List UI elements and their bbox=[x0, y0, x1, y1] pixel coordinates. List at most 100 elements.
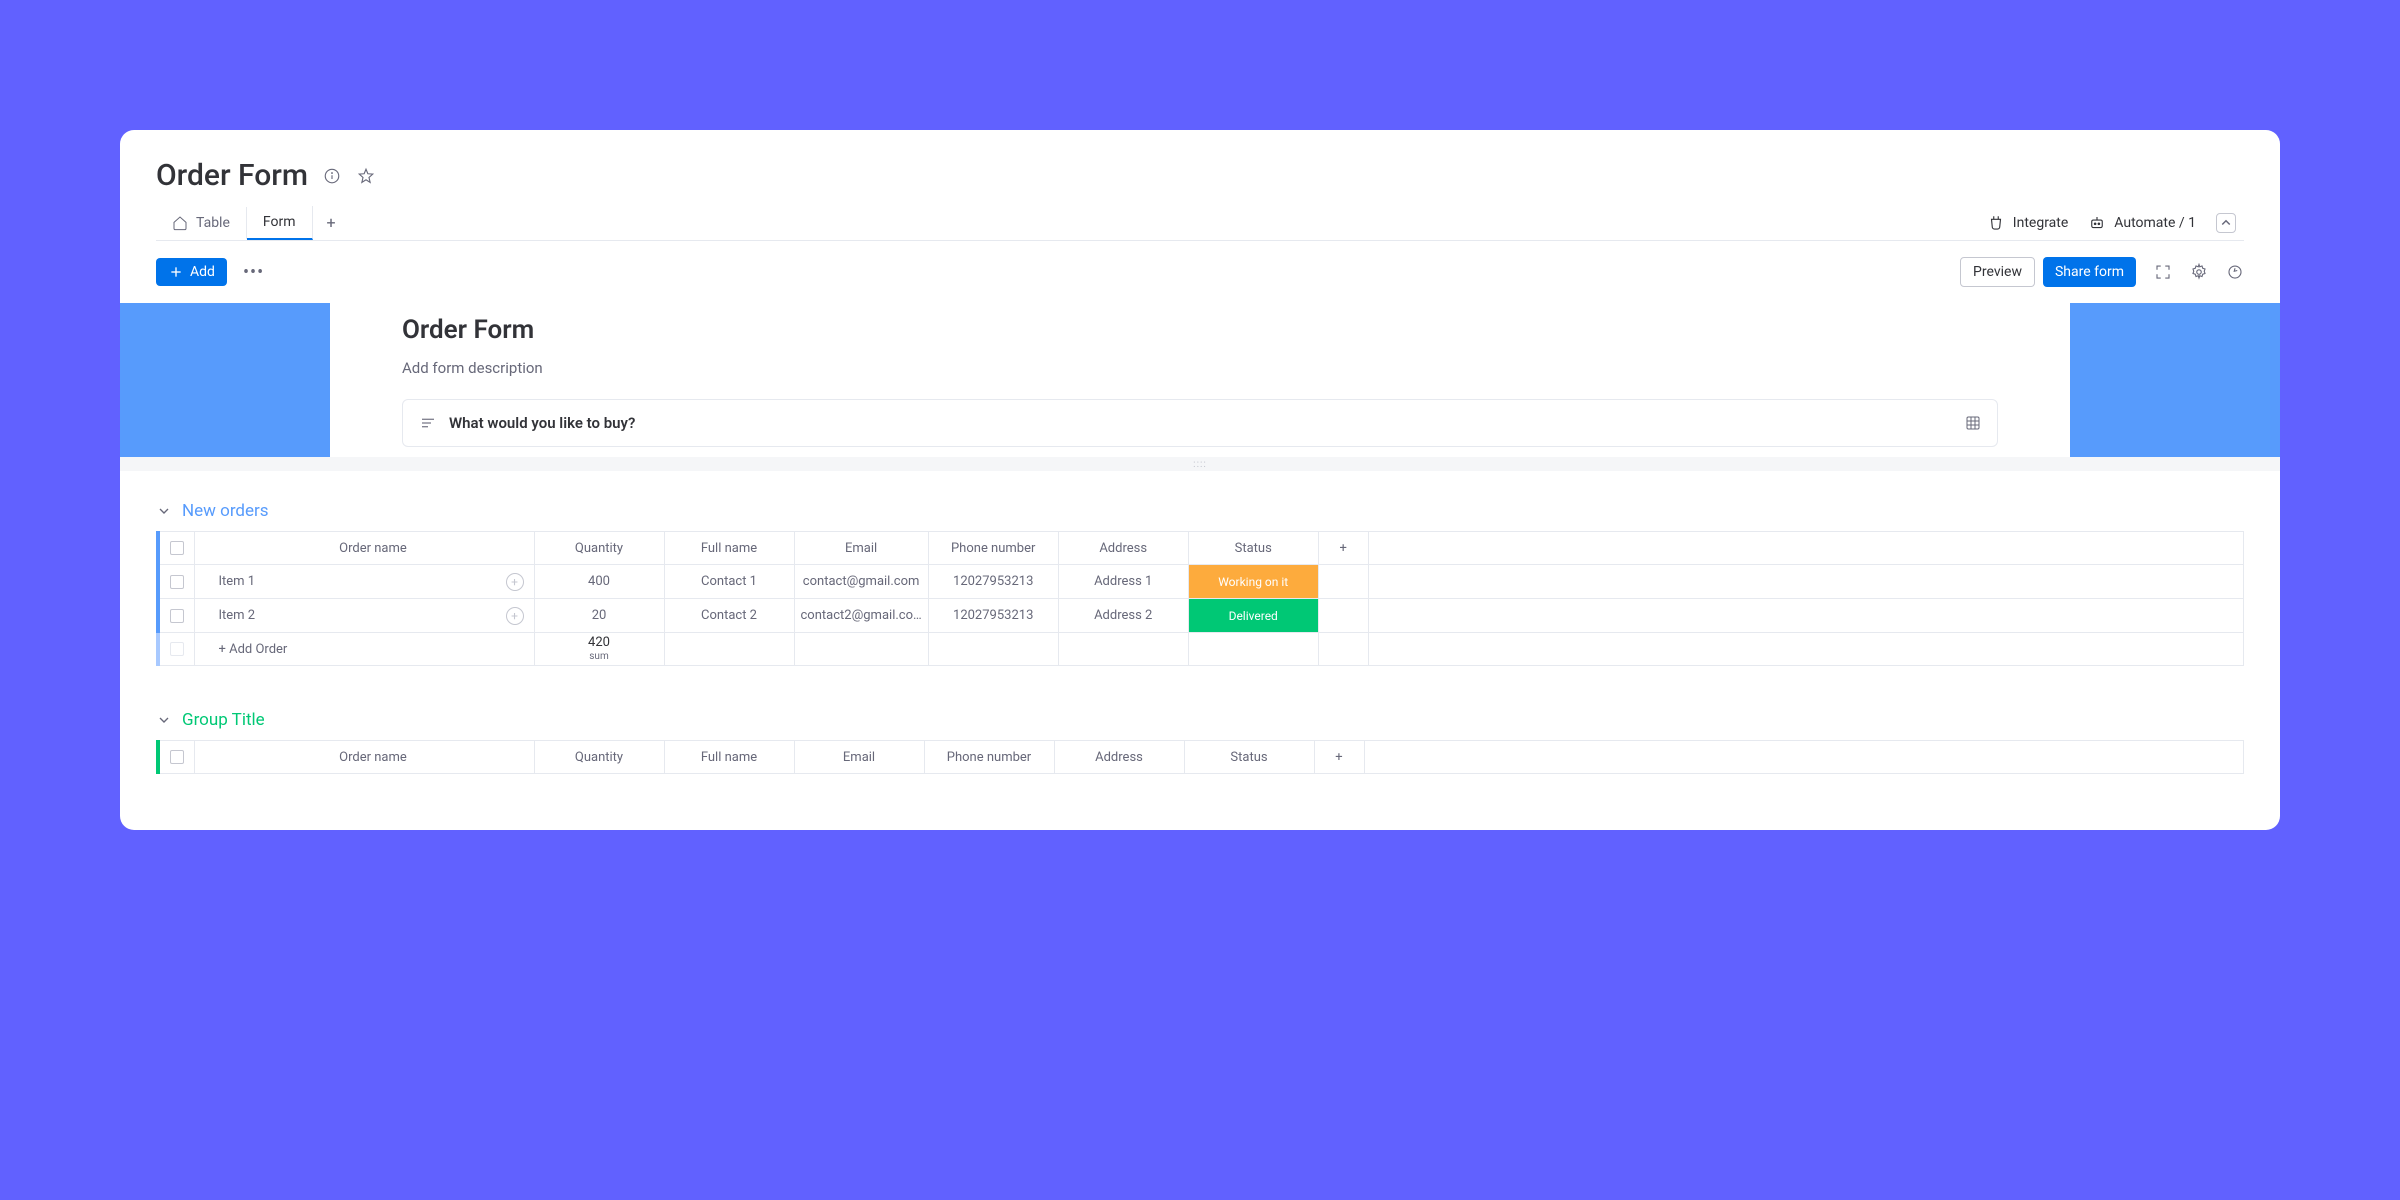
col-status[interactable]: Status bbox=[1184, 741, 1314, 774]
form-description[interactable]: Add form description bbox=[402, 359, 1998, 377]
cell-email[interactable]: contact@gmail.com bbox=[794, 565, 928, 599]
cell-phone[interactable]: 12027953213 bbox=[928, 599, 1058, 633]
integrate-button[interactable]: Integrate bbox=[1987, 214, 2069, 232]
expand-icon[interactable]: + bbox=[506, 573, 524, 591]
cell-address[interactable]: Address 1 bbox=[1058, 565, 1188, 599]
col-quantity[interactable]: Quantity bbox=[534, 532, 664, 565]
automate-button[interactable]: Automate / 1 bbox=[2088, 214, 2196, 232]
toolbar-left: Add ••• bbox=[156, 258, 264, 286]
cell-quantity[interactable]: 20 bbox=[534, 599, 664, 633]
chevron-up-icon[interactable] bbox=[2216, 213, 2236, 233]
tab-table-label: Table bbox=[196, 215, 230, 231]
drag-handle-icon: :::: bbox=[1193, 459, 1207, 470]
table-header-row: Order name Quantity Full name Email Phon… bbox=[158, 741, 2244, 774]
title-row: Order Form bbox=[156, 158, 2244, 193]
checkbox-header[interactable] bbox=[158, 532, 194, 565]
cell-status[interactable]: Delivered bbox=[1188, 599, 1318, 633]
header: Order Form Table Form + bbox=[120, 130, 2280, 241]
fullscreen-icon[interactable] bbox=[2154, 263, 2172, 281]
col-spacer bbox=[1368, 532, 2243, 565]
more-icon[interactable]: ••• bbox=[243, 262, 264, 283]
banner-center: Order Form Add form description What wou… bbox=[330, 303, 2070, 457]
group1-table: Order name Quantity Full name Email Phon… bbox=[156, 531, 2244, 666]
col-quantity[interactable]: Quantity bbox=[534, 741, 664, 774]
tab-form-label: Form bbox=[263, 214, 296, 230]
cell-empty bbox=[1368, 599, 2243, 633]
automate-icon bbox=[2088, 214, 2106, 232]
add-button[interactable]: Add bbox=[156, 258, 227, 286]
tab-table[interactable]: Table bbox=[156, 207, 247, 239]
star-icon[interactable] bbox=[356, 166, 376, 186]
col-email[interactable]: Email bbox=[794, 741, 924, 774]
cell-full-name[interactable]: Contact 2 bbox=[664, 599, 794, 633]
add-column-button[interactable]: + bbox=[1318, 532, 1368, 565]
toolbar: Add ••• Preview Share form bbox=[120, 241, 2280, 303]
cell-empty bbox=[1318, 599, 1368, 633]
toolbar-right: Preview Share form bbox=[1960, 257, 2244, 287]
target-icon[interactable] bbox=[2226, 263, 2244, 281]
banner-left-block bbox=[120, 303, 330, 457]
form-title[interactable]: Order Form bbox=[402, 315, 1998, 345]
row-checkbox[interactable] bbox=[158, 599, 194, 633]
row-checkbox[interactable] bbox=[158, 633, 194, 666]
col-full-name[interactable]: Full name bbox=[664, 741, 794, 774]
integrate-icon bbox=[1987, 214, 2005, 232]
cell-order-name[interactable]: Item 2+ bbox=[194, 599, 534, 633]
group1-header: New orders bbox=[156, 501, 2244, 521]
add-order-cell[interactable]: + Add Order bbox=[194, 633, 534, 666]
cell-status[interactable]: Working on it bbox=[1188, 565, 1318, 599]
col-address[interactable]: Address bbox=[1054, 741, 1184, 774]
add-column-button[interactable]: + bbox=[1314, 741, 1364, 774]
col-order-name[interactable]: Order name bbox=[194, 741, 534, 774]
automate-label: Automate / 1 bbox=[2114, 215, 2196, 231]
expand-icon[interactable]: + bbox=[506, 607, 524, 625]
grid-icon[interactable] bbox=[1965, 415, 1981, 431]
row-checkbox[interactable] bbox=[158, 565, 194, 599]
form-banner: Order Form Add form description What wou… bbox=[120, 303, 2280, 457]
divider-bar[interactable]: :::: bbox=[120, 457, 2280, 471]
col-status[interactable]: Status bbox=[1188, 532, 1318, 565]
tabs-row: Table Form + Integrate Automate / 1 bbox=[156, 205, 2244, 241]
cell-email[interactable]: contact2@gmail.co… bbox=[794, 599, 928, 633]
col-phone[interactable]: Phone number bbox=[928, 532, 1058, 565]
checkbox-header[interactable] bbox=[158, 741, 194, 774]
group2-title[interactable]: Group Title bbox=[182, 710, 265, 730]
home-icon bbox=[172, 215, 188, 231]
cell-empty bbox=[1318, 565, 1368, 599]
tabs-right: Integrate Automate / 1 bbox=[1987, 213, 2244, 233]
tab-add[interactable]: + bbox=[313, 205, 350, 240]
banner-right-block bbox=[2070, 303, 2280, 457]
chevron-down-icon[interactable] bbox=[156, 503, 172, 519]
text-field-icon bbox=[419, 414, 437, 432]
app-window: Order Form Table Form + bbox=[120, 130, 2280, 830]
cell-phone[interactable]: 12027953213 bbox=[928, 565, 1058, 599]
plus-icon bbox=[168, 264, 184, 280]
add-button-label: Add bbox=[190, 264, 215, 280]
table-header-row: Order name Quantity Full name Email Phon… bbox=[158, 532, 2244, 565]
cell-empty bbox=[1368, 565, 2243, 599]
info-icon[interactable] bbox=[322, 166, 342, 186]
col-address[interactable]: Address bbox=[1058, 532, 1188, 565]
col-full-name[interactable]: Full name bbox=[664, 532, 794, 565]
tabs-left: Table Form + bbox=[156, 205, 350, 240]
share-form-button[interactable]: Share form bbox=[2043, 257, 2136, 287]
table-row[interactable]: Item 1+ 400 Contact 1 contact@gmail.com … bbox=[158, 565, 2244, 599]
preview-button[interactable]: Preview bbox=[1960, 257, 2035, 287]
question-text: What would you like to buy? bbox=[449, 414, 635, 432]
cell-quantity[interactable]: 400 bbox=[534, 565, 664, 599]
group1-title[interactable]: New orders bbox=[182, 501, 269, 521]
col-order-name[interactable]: Order name bbox=[194, 532, 534, 565]
integrate-label: Integrate bbox=[2013, 215, 2069, 231]
col-email[interactable]: Email bbox=[794, 532, 928, 565]
content-area: New orders Order name Quantity Full name… bbox=[120, 471, 2280, 774]
cell-full-name[interactable]: Contact 1 bbox=[664, 565, 794, 599]
table-row[interactable]: Item 2+ 20 Contact 2 contact2@gmail.co… … bbox=[158, 599, 2244, 633]
add-row[interactable]: + Add Order 420 sum bbox=[158, 633, 2244, 666]
question-box[interactable]: What would you like to buy? bbox=[402, 399, 1998, 447]
tab-form[interactable]: Form bbox=[247, 206, 313, 240]
chevron-down-icon[interactable] bbox=[156, 712, 172, 728]
cell-address[interactable]: Address 2 bbox=[1058, 599, 1188, 633]
gear-icon[interactable] bbox=[2190, 263, 2208, 281]
col-phone[interactable]: Phone number bbox=[924, 741, 1054, 774]
cell-order-name[interactable]: Item 1+ bbox=[194, 565, 534, 599]
